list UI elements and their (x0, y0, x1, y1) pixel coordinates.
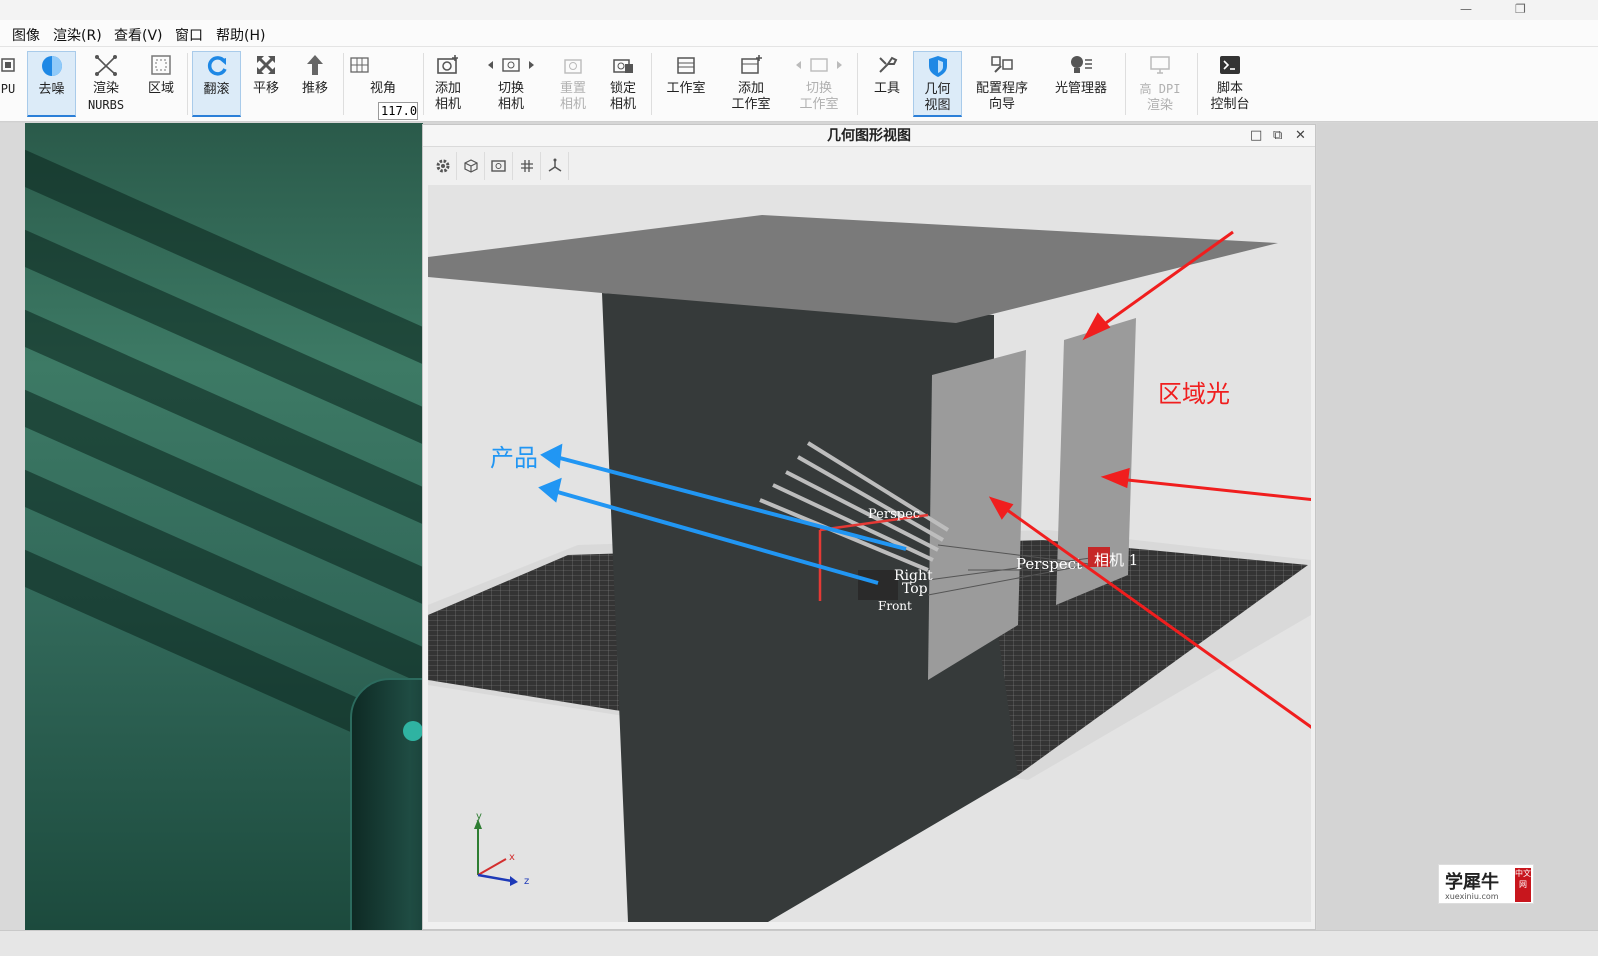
axis-x-label: x (509, 852, 515, 863)
grid-icon[interactable] (513, 152, 541, 180)
denoise-button[interactable]: 去噪 (27, 51, 76, 117)
pan-button[interactable]: 平移 (245, 51, 287, 117)
axes-icon[interactable] (541, 152, 569, 180)
add-studio-button[interactable]: 添加 工作室 (724, 51, 778, 117)
product-object (858, 570, 898, 600)
camera-switch-icon (482, 51, 540, 79)
toolbar: PU 去噪 渲染 NURBS 区域 翻滚 平移 推移 视角 117.0 添加 相机 … (0, 47, 1598, 122)
menu-window[interactable]: 窗口 (175, 25, 203, 45)
restore-icon[interactable]: ❐ (1515, 2, 1526, 16)
light-manager-button[interactable]: 光管理器 (1047, 51, 1115, 117)
lock-camera-button[interactable]: 锁定 相机 (602, 51, 644, 117)
minimize-icon[interactable]: — (1460, 2, 1472, 16)
shield-icon (914, 52, 961, 80)
right-background (1317, 123, 1598, 930)
rotate-icon (193, 52, 240, 80)
switch-studio-button[interactable]: 切换 工作室 (790, 51, 848, 117)
pan-icon (245, 51, 287, 79)
dolly-button[interactable]: 推移 (294, 51, 336, 117)
menu-image[interactable]: 图像 (12, 25, 40, 45)
camera-reset-icon (552, 51, 594, 79)
geometry-view-panel: 几何图形视图 □ ⧉ ✕ Perspec Right Top Front Per… (422, 124, 1316, 930)
denoise-icon (28, 52, 75, 80)
studio-add-icon (724, 51, 778, 79)
terminal-icon (1203, 51, 1257, 79)
toolbar-separator (187, 53, 188, 115)
fov-input[interactable]: 117.0 (378, 102, 418, 120)
axis-z-label: z (524, 876, 529, 887)
maximize-icon[interactable]: □ (1250, 128, 1262, 143)
label-top: Top (902, 581, 928, 597)
render-nurbs-button[interactable]: 渲染 NURBS (82, 51, 130, 117)
toolbar-separator (1197, 53, 1198, 115)
cube-icon[interactable] (457, 152, 485, 180)
product-render (350, 678, 423, 930)
dolly-icon (294, 51, 336, 79)
toolbar-separator (651, 53, 652, 115)
add-camera-button[interactable]: 添加 相机 (426, 51, 470, 117)
script-console-button[interactable]: 脚本 控制台 (1203, 51, 1257, 117)
toolbar-separator (1125, 53, 1126, 115)
toolbar-separator (343, 53, 344, 115)
geometry-view-button[interactable]: 几何 视图 (913, 51, 962, 117)
toolbar-separator (423, 53, 424, 115)
camera-lock-icon (602, 51, 644, 79)
studio-switch-icon (790, 51, 848, 79)
config-wizard-button[interactable]: 配置程序 向导 (970, 51, 1034, 117)
camera-icon[interactable] (485, 152, 513, 180)
camera-add-icon (426, 51, 470, 79)
tools-button[interactable]: 工具 (866, 51, 908, 117)
region-icon (140, 51, 182, 79)
fov-grid-icon (347, 51, 419, 79)
tumble-button[interactable]: 翻滚 (192, 51, 241, 117)
chip-icon (0, 51, 16, 79)
panel-title: 几何图形视图 (423, 125, 1315, 147)
top-light-plane (428, 215, 1278, 323)
bulb-icon (1047, 51, 1115, 79)
axis-y-label: y (476, 811, 482, 822)
label-front: Front (878, 599, 912, 613)
float-icon[interactable]: ⧉ (1273, 128, 1282, 143)
annotation-area-light: 区域光 (1158, 380, 1230, 408)
menu-bar: 图像 渲染(R) 查看(V) 窗口 帮助(H) (0, 20, 1598, 47)
watermark-logo: 学犀牛 xuexiniu.com 中文网 (1438, 864, 1534, 904)
cpu-button[interactable]: PU (0, 51, 16, 117)
window-titlebar: — ❐ (0, 0, 1598, 20)
3d-viewport[interactable]: Perspec Right Top Front Perspect 相机 1 产品 (428, 185, 1311, 922)
studio-icon (661, 51, 711, 79)
label-camera: 相机 1 (1094, 551, 1138, 569)
gear-icon[interactable] (429, 152, 457, 180)
scene-svg: Perspec Right Top Front Perspect 相机 1 产品 (428, 215, 1311, 922)
switch-camera-button[interactable]: 切换 相机 (482, 51, 540, 117)
toolbar-separator (857, 53, 858, 115)
viewport-toolbar (429, 152, 569, 182)
left-panel-edge (0, 123, 25, 930)
status-bar (0, 930, 1598, 956)
studio-button[interactable]: 工作室 (661, 51, 711, 117)
tools-icon (866, 51, 908, 79)
wizard-icon (970, 51, 1034, 79)
render-preview (25, 123, 423, 930)
reset-camera-button[interactable]: 重置 相机 (552, 51, 594, 117)
label-persp-top: Perspec (868, 507, 920, 522)
annotation-product: 产品 (490, 444, 538, 472)
close-icon[interactable]: ✕ (1295, 128, 1306, 143)
monitor-icon (1132, 51, 1188, 79)
dish-highlight (403, 721, 423, 741)
hidpi-render-button[interactable]: 高 DPI 渲染 (1132, 51, 1188, 117)
axis-gizmo: y x z (474, 811, 529, 887)
menu-render[interactable]: 渲染(R) (53, 25, 102, 45)
menu-help[interactable]: 帮助(H) (216, 25, 265, 45)
nurbs-icon (82, 51, 130, 79)
region-button[interactable]: 区域 (140, 51, 182, 117)
menu-view[interactable]: 查看(V) (114, 25, 163, 45)
